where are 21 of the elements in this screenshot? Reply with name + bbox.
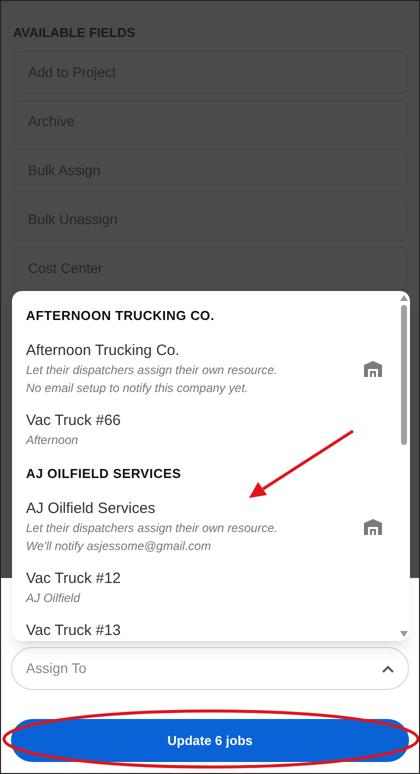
building-icon [364,519,382,535]
resource-name[interactable]: Vac Truck #13 [26,621,398,641]
assign-to-input[interactable]: Assign To [26,658,226,679]
resource-company: AJ Oilfield [26,590,82,607]
scroll-down-icon[interactable] [400,631,408,637]
company-description: No email setup to notify this company yet. [26,380,250,397]
update-jobs-button[interactable]: Update 6 jobs [11,719,409,762]
resource-company: Afternoon [26,432,80,449]
scroll-up-icon[interactable] [400,295,408,301]
company-description: Let their dispatchers assign their own resource. [26,520,278,537]
assign-to-select[interactable]: Assign To [11,647,409,690]
resource-name[interactable]: Vac Truck #12 [26,569,398,589]
company-name[interactable]: Afternoon Trucking Co. [26,341,364,361]
company-description: Let their dispatchers assign their own resource. [26,362,278,379]
group-heading: AFTERNOON TRUCKING CO. [26,307,214,325]
group-heading: AJ OILFIELD SERVICES [26,465,182,483]
company-name[interactable]: AJ Oilfield Services [26,499,364,519]
chevron-up-icon [382,664,394,672]
company-description: We'll notify asjessome@gmail.com [26,538,212,555]
building-icon [364,361,382,377]
resource-name[interactable]: Vac Truck #66 [26,411,398,431]
